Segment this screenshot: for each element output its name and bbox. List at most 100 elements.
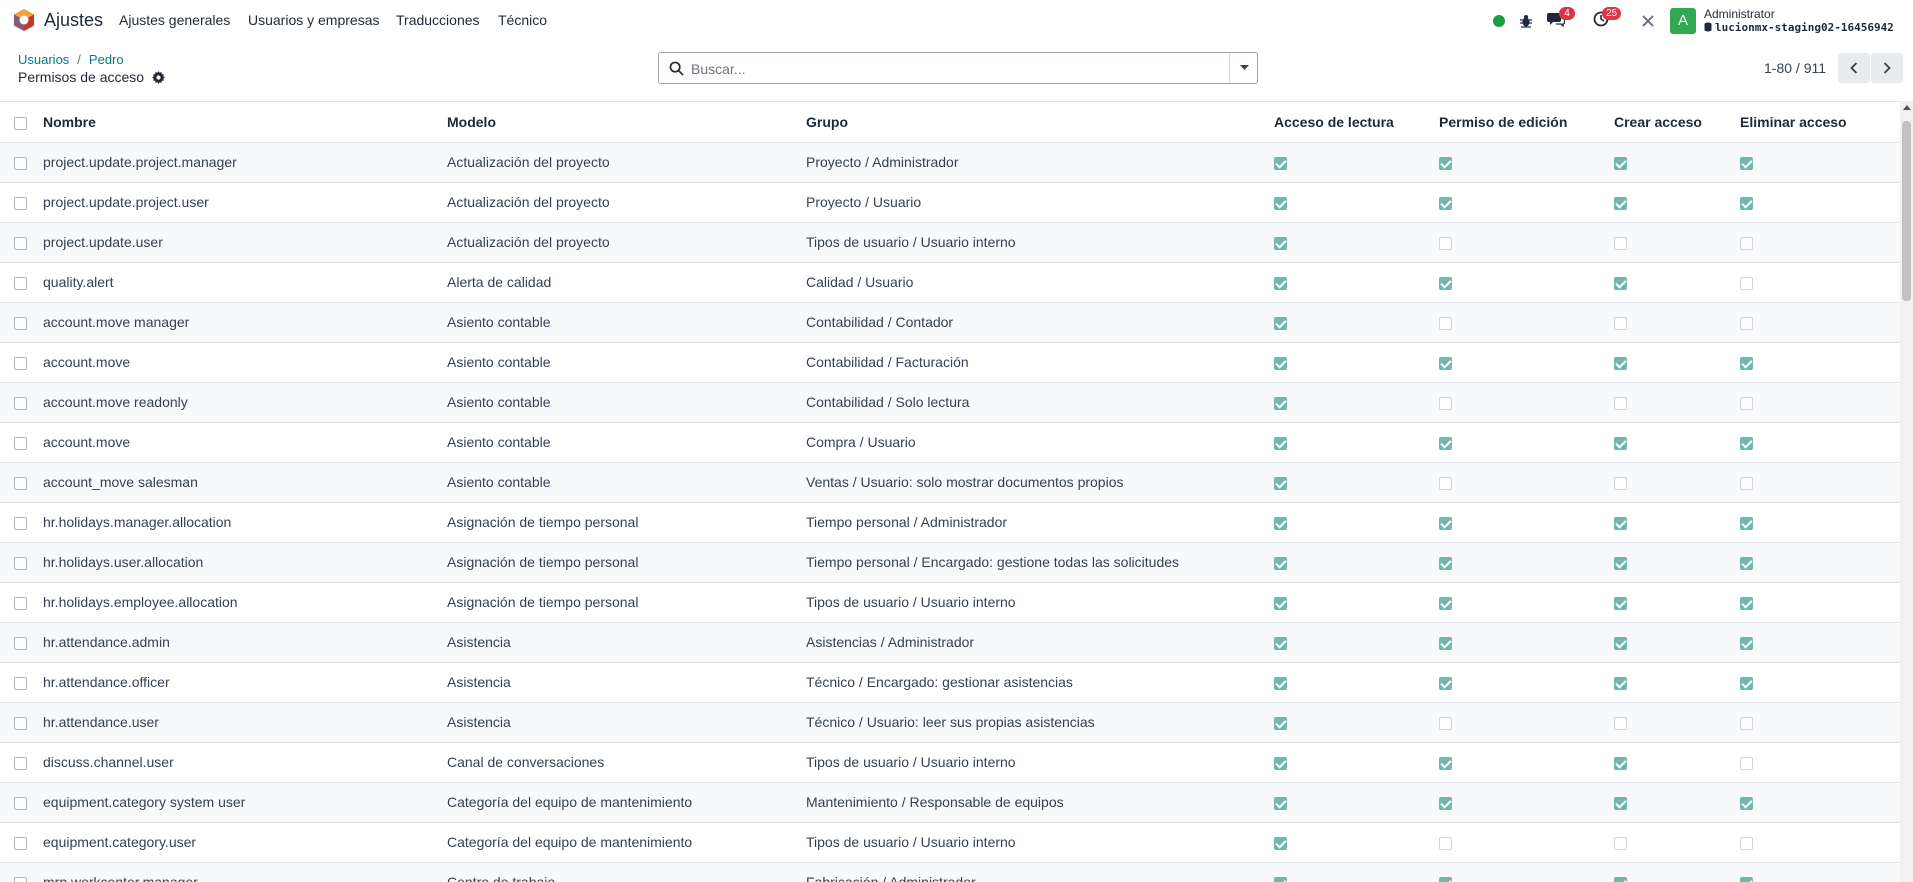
bug-icon[interactable] [1519, 14, 1533, 28]
column-header-edicion[interactable]: Permiso de edición [1439, 102, 1614, 143]
table-row[interactable]: hr.holidays.user.allocation Asignación de… [0, 542, 1900, 583]
write-access-checkbox[interactable] [1439, 476, 1452, 490]
cell-name[interactable]: hr.holidays.employee.allocation [43, 582, 447, 623]
delete-access-checkbox[interactable] [1740, 236, 1753, 250]
write-access-checkbox[interactable] [1439, 316, 1452, 330]
cell-model[interactable]: Centro de trabajo [447, 862, 806, 882]
scroll-up-arrow-icon[interactable] [1903, 105, 1911, 110]
cell-model[interactable]: Asiento contable [447, 302, 806, 343]
cell-group[interactable]: Proyecto / Usuario [806, 182, 1274, 223]
cell-name[interactable]: account.move readonly [43, 382, 447, 423]
menu-usuarios-empresas[interactable]: Usuarios y empresas [248, 12, 380, 28]
delete-access-checkbox[interactable] [1740, 636, 1753, 650]
cell-model[interactable]: Asiento contable [447, 422, 806, 463]
pager-value[interactable]: 1-80 / 911 [1764, 60, 1826, 76]
column-header-nombre[interactable]: Nombre [43, 102, 447, 143]
cell-model[interactable]: Asistencia [447, 662, 806, 703]
row-select-checkbox[interactable] [14, 316, 27, 330]
table-row[interactable]: hr.holidays.employee.allocation Asignació… [0, 582, 1900, 623]
activities-button[interactable]: 25 [1593, 7, 1622, 30]
cell-name[interactable]: project.update.project.user [43, 182, 447, 223]
table-row[interactable]: account_move salesman Asiento contable Ven… [0, 462, 1900, 503]
row-select-checkbox[interactable] [14, 196, 27, 210]
cell-name[interactable]: hr.holidays.user.allocation [43, 542, 447, 583]
create-access-checkbox[interactable] [1614, 156, 1627, 170]
table-row[interactable]: hr.attendance.user Asistencia Técnico / Us… [0, 702, 1900, 743]
cell-name[interactable]: project.update.project.manager [43, 142, 447, 183]
cell-name[interactable]: account.move [43, 342, 447, 383]
table-row[interactable]: account.move Asiento contable Contabilidad… [0, 342, 1900, 383]
cell-name[interactable]: equipment.category.user [43, 822, 447, 863]
create-access-checkbox[interactable] [1614, 836, 1627, 850]
cell-group[interactable]: Calidad / Usuario [806, 262, 1274, 303]
delete-access-checkbox[interactable] [1740, 476, 1753, 490]
delete-access-checkbox[interactable] [1740, 596, 1753, 610]
user-menu[interactable]: Administrator lucionmx-staging02-1645694… [1704, 0, 1894, 41]
cell-model[interactable]: Canal de conversaciones [447, 742, 806, 783]
cell-group[interactable]: Asistencias / Administrador [806, 622, 1274, 663]
create-access-checkbox[interactable] [1614, 276, 1627, 290]
cell-group[interactable]: Ventas / Usuario: solo mostrar documento… [806, 462, 1274, 503]
cell-group[interactable]: Tipos de usuario / Usuario interno [806, 222, 1274, 263]
cell-name[interactable]: account.move manager [43, 302, 447, 343]
write-access-checkbox[interactable] [1439, 236, 1452, 250]
read-access-checkbox[interactable] [1274, 196, 1287, 210]
column-header-eliminar[interactable]: Eliminar acceso [1740, 102, 1900, 143]
read-access-checkbox[interactable] [1274, 756, 1287, 770]
table-row[interactable]: equipment.category system user Categoría … [0, 782, 1900, 823]
row-select-checkbox[interactable] [14, 276, 27, 290]
table-row[interactable]: discuss.channel.user Canal de conversacio… [0, 742, 1900, 783]
delete-access-checkbox[interactable] [1740, 716, 1753, 730]
delete-access-checkbox[interactable] [1740, 356, 1753, 370]
write-access-checkbox[interactable] [1439, 156, 1452, 170]
read-access-checkbox[interactable] [1274, 836, 1287, 850]
table-row[interactable]: equipment.category.user Categoría del equ… [0, 822, 1900, 863]
read-access-checkbox[interactable] [1274, 596, 1287, 610]
create-access-checkbox[interactable] [1614, 236, 1627, 250]
user-avatar[interactable]: A [1670, 7, 1696, 34]
write-access-checkbox[interactable] [1439, 516, 1452, 530]
delete-access-checkbox[interactable] [1740, 436, 1753, 450]
row-select-checkbox[interactable] [14, 636, 27, 650]
row-select-checkbox[interactable] [14, 796, 27, 810]
write-access-checkbox[interactable] [1439, 836, 1452, 850]
row-select-checkbox[interactable] [14, 396, 27, 410]
read-access-checkbox[interactable] [1274, 236, 1287, 250]
cell-group[interactable]: Proyecto / Administrador [806, 142, 1274, 183]
cell-model[interactable]: Actualización del proyecto [447, 142, 806, 183]
write-access-checkbox[interactable] [1439, 556, 1452, 570]
pager-previous-button[interactable] [1838, 53, 1870, 83]
delete-access-checkbox[interactable] [1740, 876, 1753, 882]
read-access-checkbox[interactable] [1274, 796, 1287, 810]
cell-model[interactable]: Asiento contable [447, 462, 806, 503]
write-access-checkbox[interactable] [1439, 636, 1452, 650]
read-access-checkbox[interactable] [1274, 476, 1287, 490]
menu-tecnico[interactable]: Técnico [498, 12, 547, 28]
cell-group[interactable]: Fabricación / Administrador [806, 862, 1274, 882]
write-access-checkbox[interactable] [1439, 356, 1452, 370]
cell-model[interactable]: Asiento contable [447, 382, 806, 423]
create-access-checkbox[interactable] [1614, 796, 1627, 810]
create-access-checkbox[interactable] [1614, 476, 1627, 490]
delete-access-checkbox[interactable] [1740, 316, 1753, 330]
row-select-checkbox[interactable] [14, 236, 27, 250]
row-select-checkbox[interactable] [14, 756, 27, 770]
cell-model[interactable]: Asistencia [447, 702, 806, 743]
gear-icon[interactable] [152, 70, 166, 84]
write-access-checkbox[interactable] [1439, 756, 1452, 770]
read-access-checkbox[interactable] [1274, 436, 1287, 450]
table-scrollbar[interactable] [1900, 101, 1913, 882]
cell-name[interactable]: hr.attendance.officer [43, 662, 447, 703]
cell-name[interactable]: hr.attendance.user [43, 702, 447, 743]
cell-group[interactable]: Tipos de usuario / Usuario interno [806, 822, 1274, 863]
row-select-checkbox[interactable] [14, 556, 27, 570]
cell-model[interactable]: Actualización del proyecto [447, 182, 806, 223]
cell-group[interactable]: Técnico / Usuario: leer sus propias asis… [806, 702, 1274, 743]
status-online-icon[interactable] [1493, 14, 1505, 27]
select-all-checkbox[interactable] [14, 116, 27, 130]
write-access-checkbox[interactable] [1439, 676, 1452, 690]
table-row[interactable]: account.move Asiento contable Compra / Usu… [0, 422, 1900, 463]
create-access-checkbox[interactable] [1614, 316, 1627, 330]
table-row[interactable]: project.update.project.user Actualización… [0, 182, 1900, 223]
delete-access-checkbox[interactable] [1740, 756, 1753, 770]
